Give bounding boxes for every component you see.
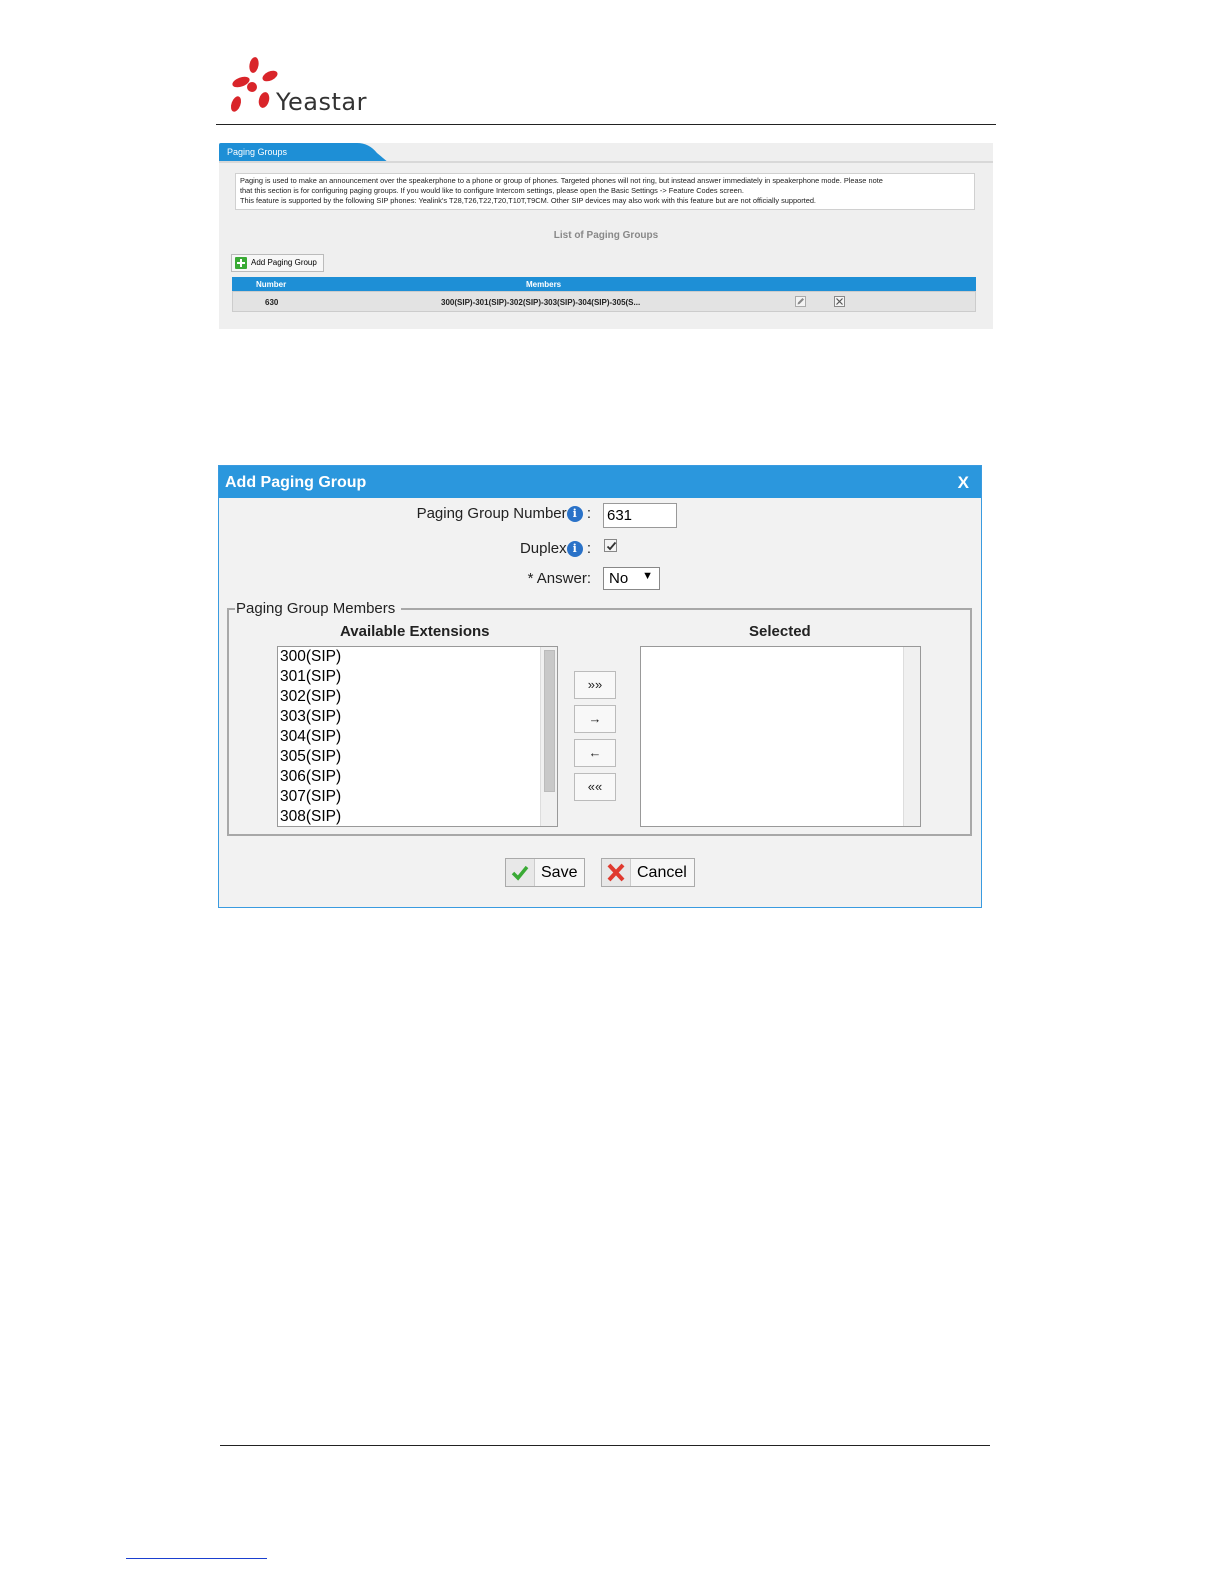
footer-divider — [220, 1445, 990, 1446]
add-button-label: Add Paging Group — [251, 258, 317, 267]
close-x-icon — [602, 859, 631, 886]
close-button[interactable]: X — [958, 473, 969, 493]
paging-groups-panel: Paging Groups Paging is used to make an … — [219, 143, 993, 329]
plus-icon — [235, 257, 247, 269]
save-button[interactable]: Save — [505, 858, 585, 887]
answer-select-value: No — [609, 570, 629, 587]
paging-group-number-label-row: Paging Group Number i : — [417, 505, 591, 522]
duplex-label-row: Duplex i : — [520, 540, 591, 557]
description-line: Paging is used to make an announcement o… — [240, 176, 883, 185]
available-list-scrollbar[interactable] — [540, 647, 557, 826]
description-line: that this section is for configuring pag… — [240, 186, 744, 195]
footer-link-underline — [126, 1558, 267, 1559]
remove-all-button[interactable]: «« — [574, 773, 616, 801]
list-item[interactable]: 302(SIP) — [278, 687, 557, 707]
list-item[interactable]: 305(SIP) — [278, 747, 557, 767]
dialog-header: Add Paging Group X — [219, 466, 981, 498]
table-row: 630 300(SIP)-301(SIP)-302(SIP)-303(SIP)-… — [232, 291, 976, 312]
add-selected-button[interactable]: → — [574, 705, 616, 733]
logo-wordmark: Yeastar — [276, 88, 367, 116]
selected-extensions-list[interactable] — [640, 646, 921, 827]
available-extensions-title: Available Extensions — [340, 623, 490, 640]
list-title: List of Paging Groups — [553, 230, 659, 241]
selected-title: Selected — [749, 623, 811, 640]
add-paging-group-dialog: Add Paging Group X Paging Group Number i … — [218, 465, 982, 908]
save-button-label: Save — [541, 864, 578, 881]
list-item[interactable]: 303(SIP) — [278, 707, 557, 727]
tab-paging-groups[interactable]: Paging Groups — [219, 143, 389, 163]
scrollbar-thumb[interactable] — [544, 650, 555, 792]
available-extensions-list[interactable]: 300(SIP) 301(SIP) 302(SIP) 303(SIP) 304(… — [277, 646, 558, 827]
dialog-title: Add Paging Group — [225, 474, 367, 491]
list-item[interactable]: 304(SIP) — [278, 727, 557, 747]
info-icon[interactable]: i — [566, 506, 583, 522]
list-item[interactable]: 306(SIP) — [278, 767, 557, 787]
duplex-checkbox[interactable] — [604, 539, 617, 552]
duplex-label: Duplex — [519, 540, 567, 557]
remove-selected-button[interactable]: ← — [574, 739, 616, 767]
list-item[interactable]: 300(SIP) — [278, 647, 557, 667]
tab-label: Paging Groups — [227, 147, 288, 157]
cancel-button[interactable]: Cancel — [601, 858, 695, 887]
paging-group-number-label: Paging Group Number — [416, 505, 567, 522]
tab-underline — [219, 161, 993, 163]
cancel-button-label: Cancel — [637, 864, 687, 881]
add-all-button[interactable]: »» — [574, 671, 616, 699]
label-colon: : — [586, 505, 591, 522]
check-icon — [506, 859, 535, 886]
description-line: This feature is supported by the followi… — [240, 196, 816, 205]
list-item[interactable]: 301(SIP) — [278, 667, 557, 687]
selected-list-scrollbar[interactable] — [903, 647, 920, 826]
description-box: Paging is used to make an announcement o… — [235, 173, 975, 210]
members-legend: Paging Group Members — [235, 600, 402, 617]
dropdown-arrow-icon: ▼ — [642, 570, 653, 582]
answer-label: * Answer: — [527, 570, 591, 587]
column-header-members[interactable]: Members — [526, 280, 561, 289]
checkmark-icon — [606, 541, 617, 551]
answer-select[interactable]: No ▼ — [603, 567, 660, 590]
paging-group-number-input[interactable] — [603, 503, 677, 528]
cell-members: 300(SIP)-301(SIP)-302(SIP)-303(SIP)-304(… — [441, 298, 641, 307]
list-item[interactable]: 308(SIP) — [278, 807, 557, 826]
label-colon: : — [586, 540, 591, 557]
cell-number: 630 — [265, 298, 279, 307]
list-item[interactable]: 307(SIP) — [278, 787, 557, 807]
delete-icon[interactable] — [834, 296, 845, 307]
edit-icon[interactable] — [795, 296, 806, 307]
table-header: Number Members — [232, 277, 976, 291]
add-paging-group-button[interactable]: Add Paging Group — [231, 254, 324, 272]
column-header-number[interactable]: Number — [256, 280, 286, 289]
header-divider — [216, 124, 996, 125]
info-icon[interactable]: i — [566, 541, 583, 557]
